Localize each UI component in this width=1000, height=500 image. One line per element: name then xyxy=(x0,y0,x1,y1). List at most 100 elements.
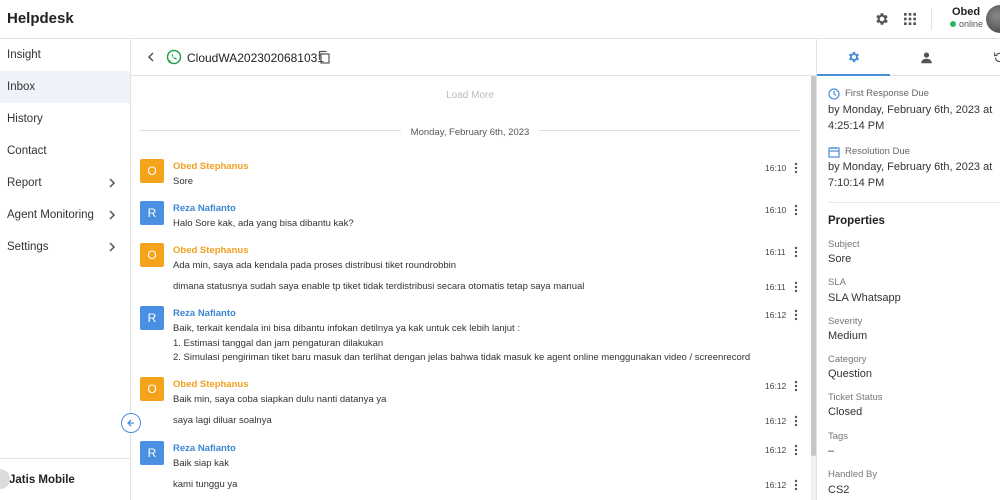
message-menu-icon[interactable] xyxy=(794,204,798,216)
sidebar-item-label: Insight xyxy=(7,49,41,61)
message-text: Baik min, saya coba siapkan dulu nanti d… xyxy=(173,394,387,405)
message-sender: Reza Nafianto xyxy=(173,308,236,319)
message-text: 2. Simulasi pengiriman tiket baru masuk … xyxy=(173,352,751,363)
sidebar-item-report[interactable]: Report xyxy=(0,167,130,199)
chevron-right-icon xyxy=(109,242,116,252)
apps-grid-icon[interactable] xyxy=(902,11,918,27)
whatsapp-icon xyxy=(166,49,182,65)
sidebar-footer[interactable]: Jatis Mobile xyxy=(0,458,131,500)
tab-contact[interactable] xyxy=(890,39,963,76)
sidebar-item-contact[interactable]: Contact xyxy=(0,135,130,167)
sidebar-item-insight[interactable]: Insight xyxy=(0,39,130,71)
sidebar-item-label: Report xyxy=(7,177,42,189)
message-avatar: R xyxy=(140,306,164,330)
user-avatar[interactable] xyxy=(986,5,1000,33)
message-menu-icon[interactable] xyxy=(794,281,798,293)
message-menu-icon[interactable] xyxy=(794,479,798,491)
property-label: Ticket Status xyxy=(828,392,883,403)
sidebar-item-label: Agent Monitoring xyxy=(7,209,94,221)
message-menu-icon[interactable] xyxy=(794,415,798,427)
gear-icon xyxy=(848,51,859,62)
back-chevron-icon[interactable] xyxy=(146,51,156,63)
message-avatar: O xyxy=(140,377,164,401)
message-sender: Obed Stephanus xyxy=(173,161,249,172)
message-text: kami tunggu ya xyxy=(173,479,238,490)
app-title: Helpdesk xyxy=(7,10,74,27)
date-separator: Monday, February 6th, 2023 xyxy=(131,124,809,138)
top-bar: Helpdesk Obed online xyxy=(0,0,1000,39)
message-avatar: R xyxy=(140,201,164,225)
calendar-icon xyxy=(828,147,840,158)
message-menu-icon[interactable] xyxy=(794,162,798,174)
message-menu-icon[interactable] xyxy=(794,380,798,392)
property-value: Sore xyxy=(828,253,852,265)
history-icon xyxy=(994,52,1000,63)
message-sender: Obed Stephanus xyxy=(173,245,249,256)
message-text: Sore xyxy=(173,176,194,187)
sidebar-item-inbox[interactable]: Inbox xyxy=(0,71,130,103)
sidebar-item-agent-monitoring[interactable]: Agent Monitoring xyxy=(0,199,130,231)
org-avatar xyxy=(0,469,10,489)
message-time: 16:12 xyxy=(765,416,787,426)
section-divider xyxy=(828,202,1000,203)
ticket-details-panel: First Response Due by Monday, February 6… xyxy=(816,39,1000,500)
message-time: 16:12 xyxy=(765,381,787,391)
person-icon xyxy=(921,52,932,64)
chevron-right-icon xyxy=(109,210,116,220)
message-time: 16:12 xyxy=(765,480,787,490)
sidebar-item-history[interactable]: History xyxy=(0,103,130,135)
message-menu-icon[interactable] xyxy=(794,246,798,258)
message-time: 16:12 xyxy=(765,310,787,320)
properties-title: Properties xyxy=(828,215,885,227)
ticket-id: CloudWA2023020681031 xyxy=(187,51,324,65)
property-value: CS2 xyxy=(828,484,850,496)
message-text: 1. Estimasi tanggal dan jam pengaturan d… xyxy=(173,338,384,349)
message-text: dimana statusnya sudah saya enable tp ti… xyxy=(173,281,585,292)
message-sender: Obed Stephanus xyxy=(173,379,249,390)
gear-icon[interactable] xyxy=(874,11,890,27)
property-value: Medium xyxy=(828,330,868,342)
property-label: Handled By xyxy=(828,469,878,480)
message-avatar: O xyxy=(140,159,164,183)
resolution-value: by Monday, February 6th, 2023 at 7:10:14… xyxy=(828,161,993,189)
message-avatar: O xyxy=(140,243,164,267)
copy-icon[interactable] xyxy=(317,50,331,64)
message-menu-icon[interactable] xyxy=(794,444,798,456)
arrow-left-icon xyxy=(127,419,134,427)
details-tabs xyxy=(817,39,1000,76)
message-time: 16:10 xyxy=(765,163,787,173)
date-label: Monday, February 6th, 2023 xyxy=(400,127,540,138)
message-text: saya lagi diluar soalnya xyxy=(173,415,272,426)
online-dot-icon xyxy=(950,21,956,27)
message-sender: Reza Nafianto xyxy=(173,443,236,454)
message-list[interactable]: Load More Monday, February 6th, 2023 O O… xyxy=(131,76,809,500)
chevron-right-icon xyxy=(109,178,116,188)
tab-history[interactable] xyxy=(963,39,1000,76)
user-status: online xyxy=(950,19,983,29)
sidebar-item-settings[interactable]: Settings xyxy=(0,231,130,263)
collapse-sidebar-button[interactable] xyxy=(121,413,141,433)
message-time: 16:11 xyxy=(765,282,786,292)
chat-panel: CloudWA2023020681031 Load More Monday, F… xyxy=(131,39,816,500)
load-more-button[interactable]: Load More xyxy=(131,90,809,101)
property-label: Subject xyxy=(828,239,860,250)
resolution-label: Resolution Due xyxy=(845,146,910,157)
property-label: SLA xyxy=(828,277,846,288)
clock-icon xyxy=(828,88,840,100)
sidebar-item-label: Contact xyxy=(7,145,47,157)
property-value: – xyxy=(828,445,835,457)
message-avatar: R xyxy=(140,441,164,465)
user-status-label: online xyxy=(959,19,984,29)
top-divider xyxy=(931,8,932,30)
message-text: Baik, terkait kendala ini bisa dibantu i… xyxy=(173,323,520,334)
org-name: Jatis Mobile xyxy=(9,473,75,486)
user-name: Obed xyxy=(952,6,981,18)
message-text: Ada min, saya ada kendala pada proses di… xyxy=(173,260,457,271)
first-response-label: First Response Due xyxy=(845,88,929,99)
property-label: Tags xyxy=(828,431,849,442)
message-menu-icon[interactable] xyxy=(794,309,798,321)
message-sender: Reza Nafianto xyxy=(173,203,236,214)
sidebar: Insight Inbox History Contact Report Age… xyxy=(0,39,131,500)
tab-settings[interactable] xyxy=(817,39,890,76)
sidebar-item-label: Settings xyxy=(7,241,49,253)
